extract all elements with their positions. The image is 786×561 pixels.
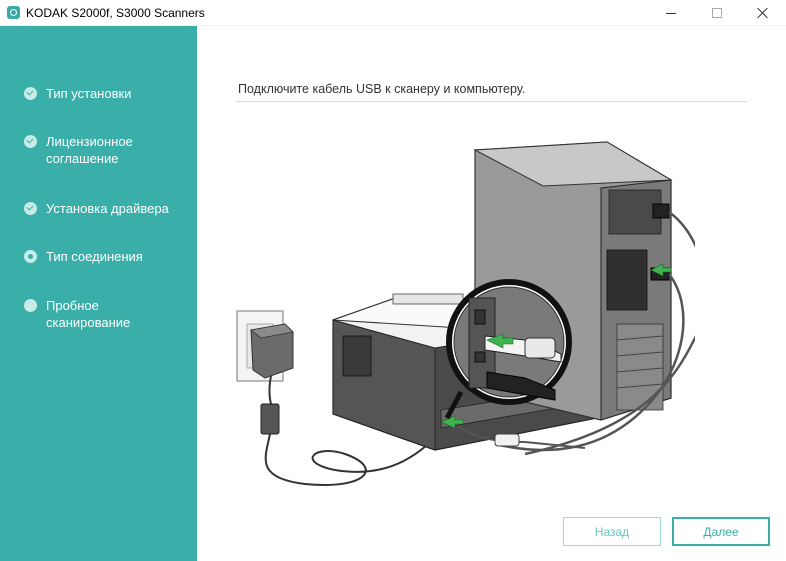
back-button[interactable]: Назад bbox=[563, 517, 661, 546]
usb-connection-illustration bbox=[236, 141, 695, 486]
step-label: Лицензионное соглашение bbox=[46, 134, 133, 166]
step-label: Пробное сканирование bbox=[46, 298, 131, 330]
pending-step-icon bbox=[24, 299, 37, 312]
close-icon bbox=[757, 7, 769, 19]
maximize-button[interactable] bbox=[694, 0, 740, 26]
step-label: Тип установки bbox=[46, 86, 132, 101]
title-bar: KODAK S2000f, S3000 Scanners bbox=[0, 0, 786, 26]
window-title: KODAK S2000f, S3000 Scanners bbox=[26, 6, 205, 20]
current-step-icon bbox=[24, 250, 37, 263]
step-label: Установка драйвера bbox=[46, 201, 169, 216]
step-test-scan: Пробное сканирование bbox=[24, 297, 176, 331]
instruction-text: Подключите кабель USB к сканеру и компью… bbox=[238, 82, 526, 96]
app-icon bbox=[7, 6, 20, 19]
step-driver-install: Установка драйвера bbox=[24, 200, 176, 217]
check-icon bbox=[24, 87, 37, 100]
step-license-agreement: Лицензионное соглашение bbox=[24, 133, 176, 167]
step-label: Тип соединения bbox=[46, 249, 143, 264]
check-icon bbox=[24, 202, 37, 215]
close-button[interactable] bbox=[740, 0, 786, 26]
step-connection-type: Тип соединения bbox=[24, 248, 176, 265]
next-button[interactable]: Далее bbox=[672, 517, 770, 546]
step-install-type: Тип установки bbox=[24, 85, 176, 102]
maximize-icon bbox=[712, 8, 722, 18]
minimize-button[interactable] bbox=[648, 0, 694, 26]
divider bbox=[236, 101, 747, 102]
minimize-icon bbox=[666, 12, 676, 14]
wizard-sidebar: Тип установки Лицензионное соглашение Ус… bbox=[0, 26, 197, 561]
check-icon bbox=[24, 135, 37, 148]
